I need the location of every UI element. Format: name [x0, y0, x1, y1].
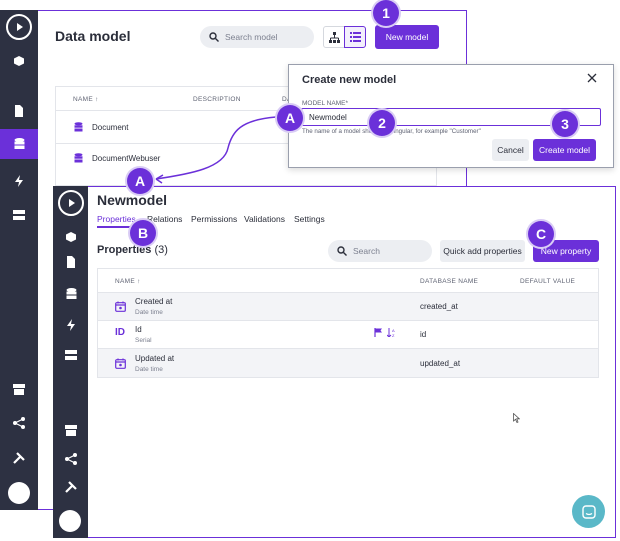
- callout-b: B: [130, 220, 156, 246]
- callout-c: C: [528, 221, 554, 247]
- callout-2: 2: [369, 110, 395, 136]
- callout-a-window: A: [127, 168, 153, 194]
- connector-arrow: [155, 116, 277, 184]
- callout-1: 1: [373, 0, 399, 26]
- callout-a-dialog: A: [277, 105, 303, 131]
- callout-3: 3: [552, 111, 578, 137]
